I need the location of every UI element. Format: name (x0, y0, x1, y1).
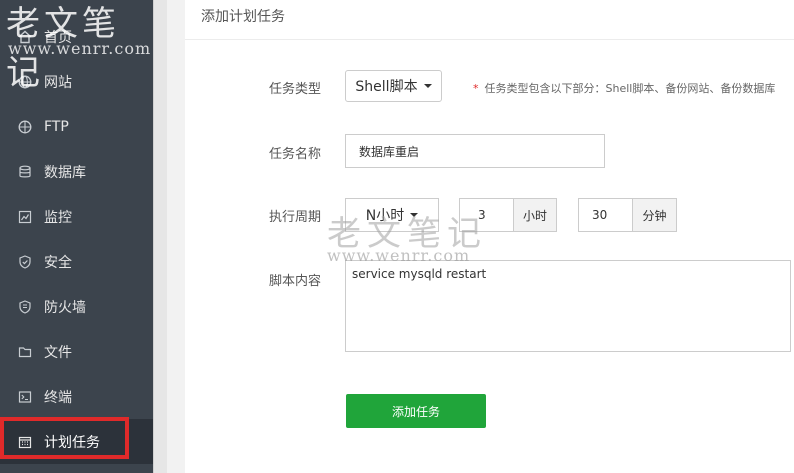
task-type-select[interactable]: Shell脚本 (345, 70, 442, 102)
task-type-value: Shell脚本 (355, 79, 418, 95)
hours-unit: 小时 (513, 198, 557, 232)
sidebar-item-label: 文件 (44, 344, 72, 361)
sidebar-item-ftp[interactable]: FTP (0, 104, 153, 149)
script-textarea[interactable]: service mysqld restart (345, 260, 791, 352)
minutes-unit: 分钟 (632, 198, 677, 232)
panel-divider (185, 39, 794, 40)
firewall-icon (17, 299, 33, 315)
sidebar-item-label: 防火墙 (44, 299, 86, 316)
sidebar-item-label: 终端 (44, 389, 72, 406)
sidebar-item-label: 安全 (44, 254, 72, 271)
sidebar-item-cron[interactable]: 计划任务 (0, 419, 153, 464)
period-label: 执行周期 (269, 210, 322, 225)
script-label: 脚本内容 (269, 274, 322, 289)
sidebar-scrollbar[interactable] (153, 0, 167, 473)
folder-icon (17, 344, 33, 360)
sidebar-item-label: 数据库 (44, 164, 86, 181)
monitor-icon (17, 209, 33, 225)
task-name-label: 任务名称 (269, 147, 322, 162)
sidebar-item-label: FTP (44, 118, 69, 135)
task-type-hint: * 任务类型包含以下部分：Shell脚本、备份网站、备份数据库 (473, 80, 775, 96)
hint-text: 任务类型包含以下部分：Shell脚本、备份网站、备份数据库 (484, 82, 776, 95)
add-cron-panel: 添加计划任务 任务类型 Shell脚本 * 任务类型包含以下部分：Shell脚本、… (185, 0, 794, 473)
task-name-value: 数据库重启 (359, 144, 420, 159)
calendar-icon (17, 434, 33, 450)
watermark-url-center: www.wenrr.com (327, 246, 471, 265)
hint-star: * (473, 82, 479, 95)
task-name-input[interactable]: 数据库重启 (345, 134, 605, 168)
sidebar-item-files[interactable]: 文件 (0, 329, 153, 374)
shield-icon (17, 254, 33, 270)
watermark-url: www.wenrr.com (8, 39, 152, 58)
minutes-value: 30 (592, 208, 608, 222)
task-type-label: 任务类型 (269, 82, 322, 97)
sidebar: 首页 网站 FTP 数据库 监控 安全 防火墙 文件 终端 计划任务 老文笔记 … (0, 0, 153, 473)
ftp-icon (17, 119, 33, 135)
panel-title: 添加计划任务 (201, 9, 285, 25)
sidebar-item-terminal[interactable]: 终端 (0, 374, 153, 419)
sidebar-item-security[interactable]: 安全 (0, 239, 153, 284)
terminal-icon (17, 389, 33, 405)
database-icon (17, 164, 33, 180)
add-task-button[interactable]: 添加任务 (346, 394, 486, 428)
chevron-down-icon (423, 84, 432, 88)
minutes-input[interactable]: 30 (578, 198, 633, 232)
sidebar-item-monitor[interactable]: 监控 (0, 194, 153, 239)
sidebar-item-label: 监控 (44, 209, 72, 226)
sidebar-item-firewall[interactable]: 防火墙 (0, 284, 153, 329)
sidebar-item-database[interactable]: 数据库 (0, 149, 153, 194)
sidebar-item-label: 计划任务 (44, 434, 100, 451)
